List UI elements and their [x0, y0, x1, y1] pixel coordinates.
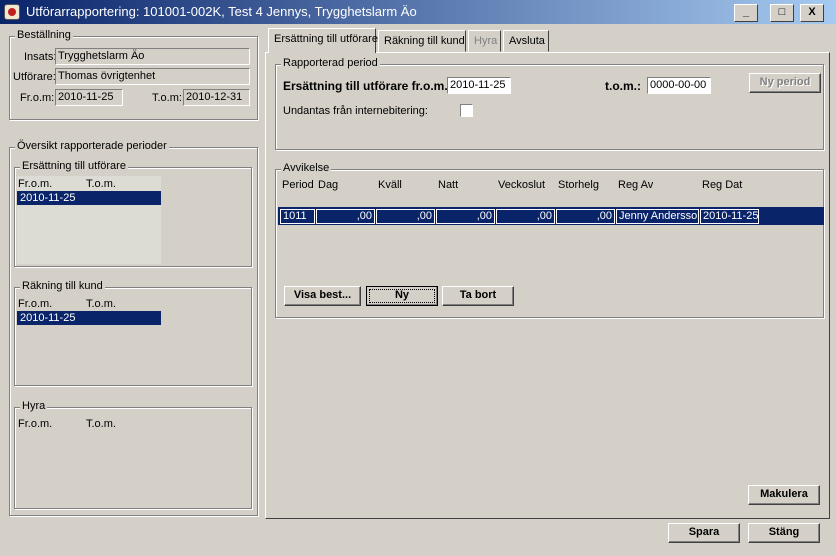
bestallning-tom-field: 2010-12-31: [183, 89, 250, 106]
col-reg-av: Reg Av: [618, 179, 654, 191]
makulera-button[interactable]: Makulera: [748, 485, 820, 505]
cell-veckoslut[interactable]: ,00: [496, 209, 555, 224]
ny-button[interactable]: Ny: [366, 286, 438, 306]
tab-rakning[interactable]: Räkning till kund: [378, 30, 466, 52]
window-title: Utförarrapportering: 101001-002K, Test 4…: [26, 4, 417, 19]
col-dag: Dag: [318, 179, 339, 191]
rakning-list-item[interactable]: 2010-11-25: [17, 311, 161, 325]
bestallning-from-label: Fr.o.m:: [20, 92, 55, 104]
insats-field: Trygghetslarm Äo: [55, 48, 250, 65]
cell-reg-dat[interactable]: 2010-11-25: [700, 209, 759, 224]
avvikelse-legend: Avvikelse: [281, 162, 332, 174]
rapporterad-legend: Rapporterad period: [281, 57, 380, 69]
hyra-col-from: Fr.o.m.: [18, 418, 53, 430]
rakning-legend: Räkning till kund: [20, 280, 105, 292]
hyra-legend: Hyra: [20, 400, 48, 412]
spara-button[interactable]: Spara: [668, 523, 740, 543]
cell-kvall[interactable]: ,00: [376, 209, 435, 224]
cell-dag[interactable]: ,00: [316, 209, 375, 224]
cell-reg-av[interactable]: Jenny Andersson: [616, 209, 699, 224]
insats-label: Insats:: [24, 51, 57, 63]
undantas-label: Undantas från internebitering:: [283, 105, 428, 117]
cell-storhelg[interactable]: ,00: [556, 209, 615, 224]
col-reg-dat: Reg Dat: [702, 179, 743, 191]
rakning-col-from: Fr.o.m.: [18, 298, 53, 310]
utforare-label: Utförare:: [13, 71, 56, 83]
bestallning-tom-label: T.o.m:: [152, 92, 182, 104]
rapporterad-from-label: Ersättning till utförare fr.o.m.:: [283, 79, 452, 93]
cell-period[interactable]: 1011: [280, 209, 315, 224]
maximize-button[interactable]: □: [770, 4, 794, 22]
app-icon[interactable]: [4, 4, 20, 20]
col-storhelg: Storhelg: [558, 179, 599, 191]
undantas-checkbox[interactable]: [460, 104, 473, 117]
bestallning-legend: Beställning: [15, 29, 73, 41]
cell-natt[interactable]: ,00: [436, 209, 495, 224]
bestallning-from-field: 2010-11-25: [55, 89, 123, 106]
ta-bort-button[interactable]: Ta bort: [442, 286, 514, 306]
oversikt-legend: Översikt rapporterade perioder: [15, 140, 169, 152]
tab-hyra[interactable]: Hyra: [468, 30, 501, 52]
ny-period-button[interactable]: Ny period: [749, 73, 821, 93]
col-natt: Natt: [438, 179, 459, 191]
hyra-col-tom: T.o.m.: [86, 418, 116, 430]
rapporterad-tom-label: t.o.m.:: [605, 79, 641, 93]
visa-best-button[interactable]: Visa best...: [284, 286, 361, 306]
ersattning-col-from: Fr.o.m.: [18, 178, 53, 190]
col-veckoslut: Veckoslut: [498, 179, 546, 191]
rapporterad-from-input[interactable]: 2010-11-25: [447, 77, 511, 94]
col-period: Period: [282, 179, 314, 191]
col-kvall: Kväll: [378, 179, 402, 191]
tab-ersattning[interactable]: Ersättning till utförare: [268, 28, 378, 53]
rakning-col-tom: T.o.m.: [86, 298, 116, 310]
rapporterad-tom-input[interactable]: 0000-00-00: [647, 77, 711, 94]
ersattning-list-item[interactable]: 2010-11-25: [17, 191, 161, 205]
tab-avsluta[interactable]: Avsluta: [503, 30, 549, 52]
stang-button[interactable]: Stäng: [748, 523, 820, 543]
ersattning-col-tom: T.o.m.: [86, 178, 116, 190]
ersattning-legend: Ersättning till utförare: [20, 160, 128, 172]
minimize-button[interactable]: _: [734, 4, 758, 22]
utforare-field: Thomas övrigtenhet: [55, 68, 250, 85]
close-button[interactable]: X: [800, 4, 824, 22]
